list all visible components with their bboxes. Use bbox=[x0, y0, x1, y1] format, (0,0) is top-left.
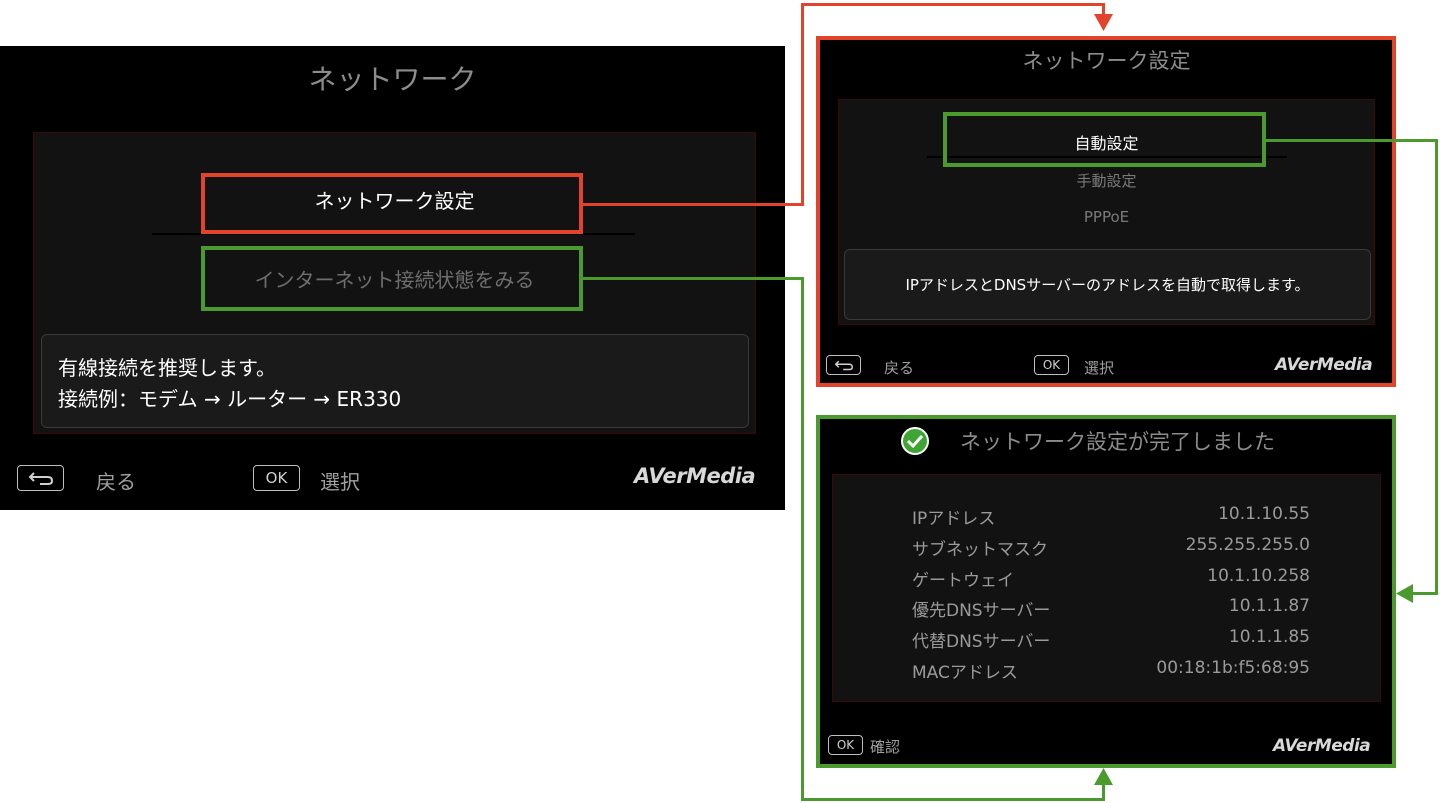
highlight-frame-settings-screen bbox=[816, 36, 1396, 387]
highlight-box-auto-setting bbox=[943, 112, 1266, 167]
connector-line bbox=[801, 277, 804, 801]
connector-line bbox=[801, 798, 1105, 801]
avermedia-logo: AVerMedia bbox=[634, 464, 756, 488]
ok-label: 選択 bbox=[320, 470, 360, 494]
connector-line bbox=[583, 277, 804, 280]
back-button[interactable] bbox=[17, 465, 64, 491]
arrow-head-icon bbox=[1396, 584, 1413, 603]
connector-line bbox=[1266, 139, 1438, 142]
arrow-head-icon bbox=[1094, 768, 1113, 785]
connector-line bbox=[1435, 139, 1438, 595]
connector-line bbox=[583, 203, 804, 206]
info-line: 接続例：モデム → ルーター → ER330 bbox=[58, 387, 402, 411]
back-label: 戻る bbox=[96, 470, 136, 494]
highlight-frame-done-screen bbox=[816, 415, 1396, 768]
info-line: 有線接続を推奨します。 bbox=[58, 356, 276, 380]
highlight-box-network-settings bbox=[201, 173, 583, 234]
ok-button[interactable]: OK bbox=[253, 465, 300, 491]
info-box: 有線接続を推奨します。 接続例：モデム → ルーター → ER330 bbox=[41, 334, 749, 428]
highlight-box-connection-status bbox=[201, 246, 583, 311]
connector-line bbox=[1410, 592, 1438, 595]
connector-line bbox=[801, 3, 1105, 6]
back-key-icon bbox=[28, 472, 53, 485]
page-title: ネットワーク bbox=[308, 63, 477, 96]
connector-line bbox=[801, 3, 804, 206]
arrow-head-icon bbox=[1094, 14, 1113, 31]
